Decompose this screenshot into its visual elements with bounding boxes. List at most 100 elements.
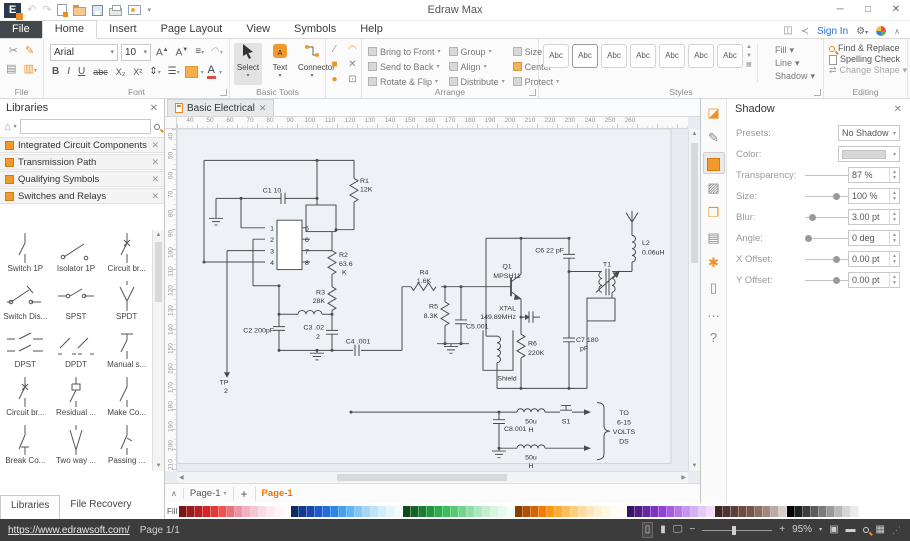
font-size-select[interactable]: 10▾	[121, 44, 151, 61]
color-swatch-2[interactable]	[187, 506, 195, 517]
zoom-out-icon[interactable]: −	[689, 523, 695, 537]
color-swatch-52[interactable]	[587, 506, 595, 517]
page[interactable]	[177, 129, 671, 463]
zoom-in-icon[interactable]: +	[779, 523, 785, 537]
drawing-page[interactable]: C1 10 R1 12K R2 63.6 K R3 28K R4 1.6K R5…	[177, 129, 688, 471]
color-swatch-9[interactable]	[243, 506, 251, 517]
color-swatch-77[interactable]	[787, 506, 795, 517]
zoom-slider[interactable]	[702, 530, 772, 531]
color-swatch-60[interactable]	[651, 506, 659, 517]
color-swatch-29[interactable]	[403, 506, 411, 517]
color-swatch-51[interactable]	[579, 506, 587, 517]
color-swatch-57[interactable]	[627, 506, 635, 517]
circuit-diagram[interactable]: C1 10 R1 12K R2 63.6 K R3 28K R4 1.6K R5…	[177, 129, 688, 471]
maximize-button[interactable]: □	[854, 0, 882, 20]
color-swatch-63[interactable]	[675, 506, 683, 517]
symbol-dpst[interactable]: DPST	[0, 326, 51, 374]
color-swatch-61[interactable]	[659, 506, 667, 517]
scroll-down-icon[interactable]: ▼	[153, 463, 164, 469]
color-swatch-22[interactable]	[347, 506, 355, 517]
format-painter-icon[interactable]: ✎	[25, 45, 34, 57]
horizontal-scrollbar[interactable]: ◀ ▶	[177, 471, 688, 483]
scrollbar-thumb[interactable]	[155, 242, 162, 302]
library-close-icon[interactable]: ✕	[151, 191, 159, 202]
menu-tab-file[interactable]: File	[0, 21, 42, 38]
color-swatch-49[interactable]	[563, 506, 571, 517]
editing-spelling-check[interactable]: Spelling Check	[829, 54, 905, 65]
library-close-icon[interactable]: ✕	[151, 140, 159, 151]
menu-tab-page-layout[interactable]: Page Layout	[149, 21, 235, 38]
symbol-switch-dis[interactable]: Switch Dis...	[0, 278, 51, 326]
symbol-dpdt[interactable]: DPDT	[51, 326, 102, 374]
color-swatch-3[interactable]	[195, 506, 203, 517]
symbol-isolator-1p[interactable]: Isolator 1P	[51, 230, 102, 278]
color-swatch-36[interactable]	[459, 506, 467, 517]
scroll-right-icon[interactable]: ▶	[681, 474, 686, 481]
scroll-up-icon[interactable]: ▲	[689, 131, 700, 137]
style-more-icon[interactable]: ▦	[746, 61, 752, 68]
color-swatch-45[interactable]	[531, 506, 539, 517]
scrollbar-thumb[interactable]	[337, 474, 507, 481]
style-sample-6[interactable]: Abc	[688, 44, 714, 68]
zoom-level[interactable]: 95%	[792, 523, 812, 537]
crop-tool-icon[interactable]: ⊡	[346, 73, 360, 88]
color-swatch-59[interactable]	[643, 506, 651, 517]
editing-find-replace[interactable]: Find & Replace	[829, 43, 905, 54]
color-swatch-82[interactable]	[827, 506, 835, 517]
scrollbar-thumb[interactable]	[691, 143, 698, 263]
highlight-color-icon[interactable]	[185, 66, 198, 78]
color-swatch-75[interactable]	[771, 506, 779, 517]
shrink-font-icon[interactable]: A▼	[174, 42, 191, 61]
font-family-select[interactable]: Arial▾	[50, 44, 118, 61]
presentation-icon[interactable]: 🖵	[673, 523, 683, 537]
rectangle-tool-icon[interactable]: ■	[328, 58, 342, 73]
color-swatch-27[interactable]	[387, 506, 395, 517]
color-swatch-73[interactable]	[755, 506, 763, 517]
quick-style-tool-icon[interactable]	[703, 152, 725, 174]
symbol-limit-switch[interactable]: Limit Switch	[101, 470, 152, 471]
color-swatch-85[interactable]	[851, 506, 859, 517]
ic-chip[interactable]	[277, 220, 302, 269]
color-swatch-11[interactable]	[259, 506, 267, 517]
redo-icon[interactable]: ↷	[42, 3, 51, 18]
symbol-circuit-br[interactable]: Circuit br...	[101, 230, 152, 278]
fill-tool-icon[interactable]: ◪	[703, 102, 725, 124]
style-scroll-down-icon[interactable]: ▼	[746, 53, 752, 59]
library-section-qualifying-symbols[interactable]: Qualifying Symbols✕	[0, 171, 164, 187]
color-swatch-20[interactable]	[331, 506, 339, 517]
arrange-dialog-launcher[interactable]	[529, 89, 536, 96]
qat-dropdown-icon[interactable]: ▾	[147, 3, 151, 18]
spinner[interactable]: ▲▼	[889, 168, 899, 182]
shadow-x-offset-input[interactable]: 0.00 pt▲▼	[848, 251, 900, 267]
color-swatch-56[interactable]	[619, 506, 627, 517]
slider-thumb[interactable]	[809, 214, 816, 221]
color-swatch-39[interactable]	[483, 506, 491, 517]
arrange-bring-to-front[interactable]: Bring to Front▾	[368, 44, 449, 59]
normal-view-icon[interactable]: ▯	[642, 522, 654, 538]
zoom-slider-thumb[interactable]	[732, 526, 736, 535]
color-swatch-50[interactable]	[571, 506, 579, 517]
color-swatch-12[interactable]	[267, 506, 275, 517]
slider-thumb[interactable]	[833, 256, 840, 263]
note-tool-icon[interactable]: ▤	[703, 227, 725, 249]
font-s-button[interactable]: abc	[91, 64, 110, 80]
grid-icon[interactable]: ▦	[876, 523, 885, 537]
style-sample-7[interactable]: Abc	[717, 44, 743, 68]
tab-file-recovery[interactable]: File Recovery	[60, 495, 141, 519]
color-swatch-65[interactable]	[691, 506, 699, 517]
color-swatch-84[interactable]	[843, 506, 851, 517]
color-swatch-83[interactable]	[835, 506, 843, 517]
hyperlink-tool-icon[interactable]: ✱	[703, 252, 725, 274]
arrange-align[interactable]: Align▾	[449, 59, 513, 74]
color-swatch-33[interactable]	[435, 506, 443, 517]
menu-tab-home[interactable]: Home	[42, 20, 97, 39]
font-u-button[interactable]: U	[76, 64, 87, 80]
magnifier-icon[interactable]	[863, 527, 869, 533]
libraries-close-icon[interactable]: ✕	[150, 103, 158, 114]
color-swatch-4[interactable]	[203, 506, 211, 517]
font-sub-button[interactable]: X₂	[114, 64, 128, 80]
fit-width-icon[interactable]: ▬	[846, 523, 856, 537]
line-spacing-icon[interactable]: ⇕▾	[147, 64, 162, 81]
scroll-up-icon[interactable]: ▲	[153, 232, 164, 238]
color-swatch-6[interactable]	[219, 506, 227, 517]
